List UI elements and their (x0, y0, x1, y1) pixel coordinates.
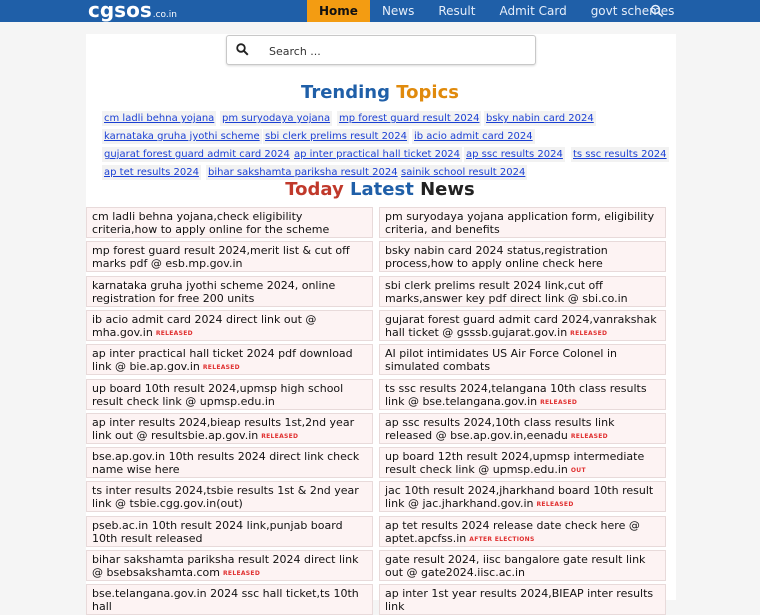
search-input[interactable] (267, 40, 521, 62)
news-item[interactable]: ap inter results 2024,bieap results 1st,… (86, 412, 373, 444)
nav-result[interactable]: Result (426, 0, 487, 22)
news-title-part1: Today (285, 179, 344, 200)
news-item-text: mp forest guard result 2024,merit list &… (92, 244, 350, 271)
trending-tag[interactable]: ap tet results 2024 (102, 165, 201, 180)
logo-suffix: .co.in (152, 10, 177, 20)
news-item[interactable]: ts ssc results 2024,telangana 10th class… (379, 378, 666, 410)
news-item[interactable]: cm ladli behna yojana,check eligibility … (86, 207, 373, 238)
news-item[interactable]: up board 10th result 2024,upmsp high sch… (86, 378, 373, 410)
trending-tag[interactable]: ap inter practical hall ticket 2024 (292, 147, 463, 162)
trending-tag[interactable]: ap ssc results 2024 (464, 147, 565, 162)
status-badge: RELEASED (540, 398, 578, 406)
news-item-text: pseb.ac.in 10th result 2024 link,punjab … (92, 518, 343, 545)
news-item[interactable]: AI pilot intimidates US Air Force Colone… (379, 344, 666, 376)
status-badge: AFTER ELECTIONS (469, 535, 535, 543)
news-item[interactable]: ap tet results 2024 release date check h… (379, 515, 666, 547)
news-item-text: cm ladli behna yojana,check eligibility … (92, 210, 330, 236)
news-item[interactable]: ts inter results 2024,tsbie results 1st … (86, 481, 373, 513)
trending-tag[interactable]: ib acio admit card 2024 (412, 129, 535, 144)
nav-home[interactable]: Home (307, 0, 370, 22)
nav-admit-card[interactable]: Admit Card (487, 0, 578, 22)
trending-tag[interactable]: sbi clerk prelims result 2024 (263, 129, 410, 144)
news-title-part3: News (420, 179, 475, 200)
trending-tag[interactable]: sainik school result 2024 (399, 165, 528, 180)
news-item-text: ts ssc results 2024,telangana 10th class… (385, 381, 647, 408)
status-badge: RELEASED (155, 329, 193, 337)
news-item-text: karnataka gruha jyothi scheme 2024, onli… (92, 278, 336, 305)
news-item-text: pm suryodaya yojana application form, el… (385, 210, 655, 236)
trending-tag[interactable]: bihar sakshamta pariksha result 2024 (206, 165, 400, 180)
trending-tag[interactable]: gujarat forest guard admit card 2024 (102, 147, 292, 162)
search-icon[interactable] (650, 4, 664, 18)
news-item[interactable]: pm suryodaya yojana application form, el… (379, 207, 666, 238)
news-item-text: ap inter results 2024,bieap results 1st,… (92, 415, 355, 442)
trending-title-part2: Topics (396, 82, 459, 103)
news-item-text: up board 12th result 2024,upmsp intermed… (385, 450, 645, 477)
latest-news-title: Today Latest News (0, 179, 760, 201)
news-item-text: sbi clerk prelims result 2024 link,cut o… (385, 278, 628, 305)
site-logo[interactable]: cgsos.co.in (88, 0, 177, 27)
search-icon[interactable] (236, 43, 249, 56)
trending-tag[interactable]: ts ssc results 2024 (571, 147, 669, 162)
logo-main: cgsos (88, 0, 152, 22)
status-badge: OUT (570, 467, 586, 475)
top-navbar: cgsos.co.in Home News Result Admit Card … (0, 0, 760, 22)
news-item[interactable]: sbi clerk prelims result 2024 link,cut o… (379, 275, 666, 307)
news-item-text: jac 10th result 2024,jharkhand board 10t… (385, 484, 654, 511)
news-item-text: ap inter 1st year results 2024,BIEAP int… (385, 587, 654, 614)
news-item[interactable]: bihar sakshamta pariksha result 2024 dir… (86, 550, 373, 581)
news-item[interactable]: ap ssc results 2024,10th class results l… (379, 412, 666, 444)
news-item[interactable]: mp forest guard result 2024,merit list &… (86, 241, 373, 273)
status-badge: RELEASED (570, 329, 608, 337)
news-item-text: gate result 2024, iisc bangalore gate re… (385, 553, 646, 579)
news-item[interactable]: ap inter practical hall ticket 2024 pdf … (86, 344, 373, 376)
news-item-text: ts inter results 2024,tsbie results 1st … (92, 484, 359, 511)
news-item[interactable]: bsky nabin card 2024 status,registration… (379, 241, 666, 273)
news-item-text: AI pilot intimidates US Air Force Colone… (385, 347, 618, 374)
news-item[interactable]: karnataka gruha jyothi scheme 2024, onli… (86, 275, 373, 307)
news-item[interactable]: up board 12th result 2024,upmsp intermed… (379, 447, 666, 479)
news-item-text: bsky nabin card 2024 status,registration… (385, 244, 608, 271)
news-item-text: gujarat forest guard admit card 2024,van… (385, 312, 657, 339)
trending-tag[interactable]: cm ladli behna yojana (102, 111, 217, 126)
status-badge: RELEASED (536, 501, 574, 509)
news-item[interactable]: bse.ap.gov.in 10th results 2024 direct l… (86, 447, 373, 479)
news-item[interactable]: jac 10th result 2024,jharkhand board 10t… (379, 481, 666, 513)
news-title-part2: Latest (350, 179, 414, 200)
trending-title: Trending Topics (0, 82, 760, 104)
news-item-text: bse.telangana.gov.in 2024 ssc hall ticke… (92, 587, 359, 614)
status-badge: RELEASED (570, 432, 608, 440)
news-item-text: ib acio admit card 2024 direct link out … (92, 312, 317, 339)
news-item[interactable]: pseb.ac.in 10th result 2024 link,punjab … (86, 515, 373, 547)
trending-tag[interactable]: mp forest guard result 2024 (337, 111, 482, 126)
trending-tag[interactable]: bsky nabin card 2024 (484, 111, 596, 126)
main-nav: Home News Result Admit Card govt schemes (307, 0, 686, 22)
status-badge: RELEASED (223, 570, 261, 577)
nav-news[interactable]: News (370, 0, 426, 22)
trending-tag[interactable]: karnataka gruha jyothi scheme (102, 129, 262, 144)
news-item[interactable]: gujarat forest guard admit card 2024,van… (379, 309, 666, 341)
status-badge: RELEASED (261, 432, 299, 440)
news-item-text: up board 10th result 2024,upmsp high sch… (92, 381, 344, 408)
news-item-text: bse.ap.gov.in 10th results 2024 direct l… (92, 450, 360, 477)
search-box (226, 35, 536, 65)
trending-tag[interactable]: pm suryodaya yojana (220, 111, 333, 126)
news-item[interactable]: ib acio admit card 2024 direct link out … (86, 309, 373, 341)
nav-govt-schemes[interactable]: govt schemes (579, 0, 687, 22)
status-badge: RELEASED (202, 364, 240, 372)
trending-title-part1: Trending (301, 82, 390, 103)
news-item[interactable]: gate result 2024, iisc bangalore gate re… (379, 550, 666, 581)
